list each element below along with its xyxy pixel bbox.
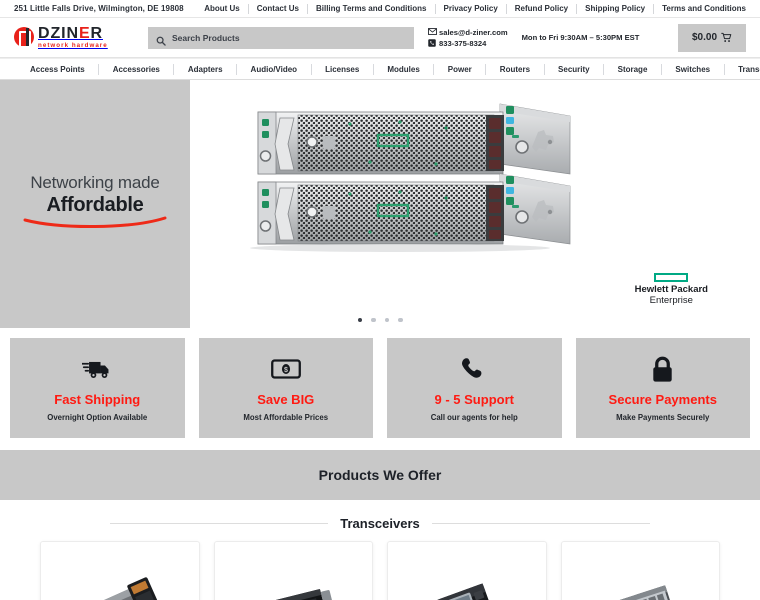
nav-item-security[interactable]: Security (545, 63, 605, 75)
search-bar[interactable] (148, 26, 414, 49)
feature-fast-shipping: Fast Shipping Overnight Option Available (10, 338, 185, 438)
company-address: 251 Little Falls Drive, Wilmington, DE 1… (14, 4, 184, 13)
money-bill-icon: $ (270, 354, 301, 384)
nav-item-accessories[interactable]: Accessories (99, 63, 175, 75)
nav-item-routers[interactable]: Routers (486, 63, 545, 75)
email-row[interactable]: sales@d-ziner.com (428, 28, 508, 37)
nav-item-storage[interactable]: Storage (604, 63, 662, 75)
topbar-link-contact-us[interactable]: Contact Us (249, 3, 308, 14)
site-logo[interactable]: DZINER network hardware (14, 24, 136, 49)
hero-underline-swoosh-icon (20, 216, 170, 235)
site-header: DZINER network hardware sales@d-ziner.co… (0, 18, 760, 58)
nav-item-audio-video[interactable]: Audio/Video (237, 63, 312, 75)
topbar-link-about-us[interactable]: About Us (196, 3, 249, 14)
carousel-dot-1[interactable] (357, 317, 362, 322)
email-address: sales@d-ziner.com (439, 27, 508, 37)
feature-highlights: Fast Shipping Overnight Option Available… (0, 328, 760, 450)
phone-number: 833-375-8324 (439, 38, 487, 48)
feature-subtitle: Call our agents for help (430, 413, 518, 422)
business-hours: Mon to Fri 9:30AM – 5:30PM EST (521, 33, 640, 42)
sfp-transceiver-module-image (72, 574, 168, 600)
contact-info: sales@d-ziner.com 833-375-8324 (428, 28, 508, 48)
product-card[interactable] (213, 541, 373, 600)
svg-text:$: $ (284, 367, 288, 374)
carousel-dot-2[interactable] (371, 317, 376, 322)
hpe-brand-line1: Hewlett Packard (634, 284, 708, 295)
feature-title: 9 - 5 Support (434, 392, 514, 407)
phone-row[interactable]: 833-375-8324 (428, 39, 508, 48)
topbar-links: About Us Contact Us Billing Terms and Co… (196, 3, 746, 14)
nav-item-access-points[interactable]: Access Points (18, 63, 100, 75)
logo-word-accent: E (78, 24, 91, 42)
feature-save-big: $ Save BIG Most Affordable Prices (198, 338, 373, 438)
feature-title: Save BIG (257, 392, 315, 407)
search-icon (156, 33, 166, 46)
nav-item-adapters[interactable]: Adapters (174, 63, 238, 75)
hewlett-packard-enterprise-logo: Hewlett Packard Enterprise (635, 273, 708, 306)
feature-subtitle: Make Payments Securely (616, 413, 710, 422)
shipping-truck-icon (82, 354, 112, 384)
product-card[interactable] (40, 541, 200, 600)
logo-tagline: network hardware (38, 41, 108, 49)
dziner-logo-mark-icon (14, 27, 34, 48)
hero-copy-panel: Networking made Affordable (0, 80, 190, 328)
feature-subtitle: Overnight Option Available (47, 413, 148, 422)
nav-item-licenses[interactable]: Licenses (312, 63, 374, 75)
utility-topbar: 251 Little Falls Drive, Wilmington, DE 1… (0, 0, 760, 18)
product-card[interactable] (560, 541, 720, 600)
carousel-dot-3[interactable] (384, 317, 389, 322)
heading-rule-left (110, 523, 329, 524)
xfp-transceiver-module-image (419, 574, 515, 600)
cart-total: $0.00 (691, 32, 718, 43)
product-card[interactable] (387, 541, 547, 600)
hpe-brand-line2: Enterprise (649, 295, 693, 306)
envelope-icon (428, 28, 437, 36)
hero-carousel: Networking made Affordable Hewlett Packa… (0, 80, 760, 328)
topbar-link-shipping-policy[interactable]: Shipping Policy (577, 3, 655, 14)
logo-word-part2: R (90, 24, 103, 42)
category-title-transceivers: Transceivers (340, 516, 420, 531)
carousel-pagination (0, 317, 760, 322)
hpe-green-bar-icon (654, 273, 689, 282)
products-section-title: Products We Offer (318, 467, 442, 483)
gbic-transceiver-module-image (245, 574, 341, 600)
feature-subtitle: Most Affordable Prices (243, 413, 329, 422)
nav-item-power[interactable]: Power (434, 63, 487, 75)
cart-button[interactable]: $0.00 (678, 23, 746, 52)
products-we-offer-band: Products We Offer (0, 450, 760, 500)
logo-text: DZINER network hardware (38, 24, 108, 49)
topbar-link-refund-policy[interactable]: Refund Policy (507, 3, 578, 14)
topbar-link-privacy-policy[interactable]: Privacy Policy (436, 3, 507, 14)
hero-image-panel: Hewlett Packard Enterprise (190, 80, 760, 328)
topbar-link-terms-and-conditions[interactable]: Terms and Conditions (654, 4, 746, 14)
category-nav: Access Points Accessories Adapters Audio… (0, 58, 760, 80)
feature-title: Secure Payments (608, 392, 717, 407)
nav-item-modules[interactable]: Modules (374, 63, 435, 75)
product-card-grid (0, 541, 760, 600)
category-heading: Transceivers (0, 500, 760, 541)
nav-item-switches[interactable]: Switches (662, 63, 725, 75)
heading-rule-right (431, 523, 651, 524)
phone-square-icon (428, 39, 436, 47)
feature-support: 9 - 5 Support Call our agents for help (387, 338, 562, 438)
nav-item-transceivers[interactable]: Transceivers (725, 64, 760, 75)
logo-word-part1: DZIN (38, 24, 79, 42)
qsfp-transceiver-module-image (592, 574, 688, 600)
search-input[interactable] (172, 32, 406, 43)
hpe-server-product-image (250, 94, 600, 259)
feature-title: Fast Shipping (54, 392, 141, 407)
logo-wordmark: DZINER (38, 24, 108, 42)
lock-icon (651, 354, 674, 384)
hero-headline-line1: Networking made (30, 173, 160, 192)
feature-secure-payments: Secure Payments Make Payments Securely (575, 338, 750, 438)
topbar-link-billing-terms[interactable]: Billing Terms and Conditions (308, 3, 436, 14)
shopping-cart-icon (721, 32, 732, 43)
hero-headline-line2: Affordable (46, 194, 144, 216)
phone-handset-icon (461, 354, 487, 384)
carousel-dot-4[interactable] (398, 317, 403, 322)
